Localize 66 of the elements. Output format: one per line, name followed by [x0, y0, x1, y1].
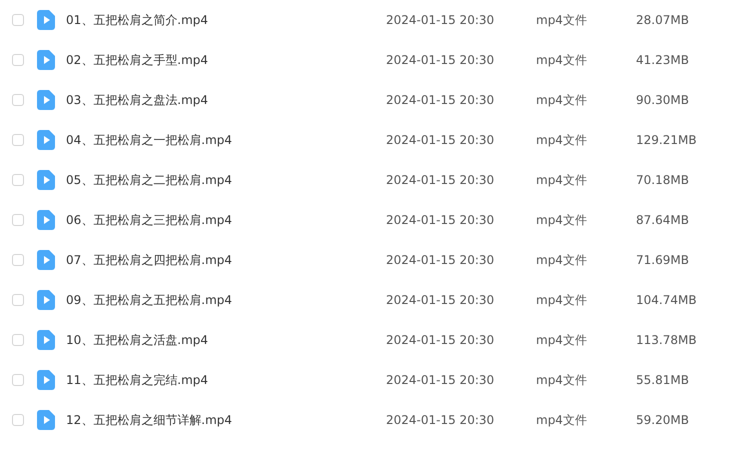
video-file-icon: [37, 50, 55, 70]
file-type: mp4文件: [536, 52, 588, 68]
checkbox[interactable]: [12, 214, 24, 226]
modified-date: 2024-01-15 20:30: [386, 413, 496, 427]
file-name[interactable]: 04、五把松肩之一把松肩.mp4: [66, 132, 386, 148]
video-file-icon: [37, 90, 55, 110]
file-size: 87.64MB: [636, 213, 689, 227]
file-name[interactable]: 11、五把松肩之完结.mp4: [66, 372, 386, 388]
file-name[interactable]: 01、五把松肩之简介.mp4: [66, 12, 386, 28]
checkbox[interactable]: [12, 374, 24, 386]
file-size: 113.78MB: [636, 333, 697, 347]
checkbox[interactable]: [12, 334, 24, 346]
video-file-icon: [37, 10, 55, 30]
file-type: mp4文件: [536, 252, 588, 268]
file-type: mp4文件: [536, 372, 588, 388]
file-name[interactable]: 05、五把松肩之二把松肩.mp4: [66, 172, 386, 188]
file-type: mp4文件: [536, 212, 588, 228]
modified-date: 2024-01-15 20:30: [386, 373, 496, 387]
file-type: mp4文件: [536, 12, 588, 28]
modified-date: 2024-01-15 20:30: [386, 133, 496, 147]
file-size: 90.30MB: [636, 93, 689, 107]
modified-date: 2024-01-15 20:30: [386, 53, 496, 67]
file-size: 70.18MB: [636, 173, 689, 187]
file-type: mp4文件: [536, 412, 588, 428]
file-name[interactable]: 02、五把松肩之手型.mp4: [66, 52, 386, 68]
file-type: mp4文件: [536, 92, 588, 108]
checkbox[interactable]: [12, 254, 24, 266]
checkbox[interactable]: [12, 134, 24, 146]
file-name[interactable]: 10、五把松肩之活盘.mp4: [66, 332, 386, 348]
checkbox[interactable]: [12, 174, 24, 186]
checkbox[interactable]: [12, 414, 24, 426]
checkbox[interactable]: [12, 14, 24, 26]
modified-date: 2024-01-15 20:30: [386, 253, 496, 267]
video-file-icon: [37, 290, 55, 310]
modified-date: 2024-01-15 20:30: [386, 213, 496, 227]
modified-date: 2024-01-15 20:30: [386, 93, 496, 107]
file-size: 104.74MB: [636, 293, 697, 307]
video-file-icon: [37, 330, 55, 350]
file-size: 71.69MB: [636, 253, 689, 267]
file-name[interactable]: 09、五把松肩之五把松肩.mp4: [66, 292, 386, 308]
file-type: mp4文件: [536, 332, 588, 348]
video-file-icon: [37, 370, 55, 390]
file-size: 59.20MB: [636, 413, 689, 427]
modified-date: 2024-01-15 20:30: [386, 13, 496, 27]
checkbox[interactable]: [12, 54, 24, 66]
checkbox[interactable]: [12, 294, 24, 306]
video-file-icon: [37, 210, 55, 230]
file-type: mp4文件: [536, 292, 588, 308]
file-name[interactable]: 06、五把松肩之三把松肩.mp4: [66, 212, 386, 228]
file-name[interactable]: 03、五把松肩之盘法.mp4: [66, 92, 386, 108]
file-size: 41.23MB: [636, 53, 689, 67]
file-type: mp4文件: [536, 172, 588, 188]
file-size: 129.21MB: [636, 133, 697, 147]
modified-date: 2024-01-15 20:30: [386, 173, 496, 187]
video-file-icon: [37, 130, 55, 150]
modified-date: 2024-01-15 20:30: [386, 293, 496, 307]
file-type: mp4文件: [536, 132, 588, 148]
file-name[interactable]: 12、五把松肩之细节详解.mp4: [66, 412, 386, 428]
modified-date: 2024-01-15 20:30: [386, 333, 496, 347]
checkbox[interactable]: [12, 94, 24, 106]
video-file-icon: [37, 170, 55, 190]
file-size: 28.07MB: [636, 13, 689, 27]
video-file-icon: [37, 410, 55, 430]
file-name[interactable]: 07、五把松肩之四把松肩.mp4: [66, 252, 386, 268]
file-size: 55.81MB: [636, 373, 689, 387]
video-file-icon: [37, 250, 55, 270]
